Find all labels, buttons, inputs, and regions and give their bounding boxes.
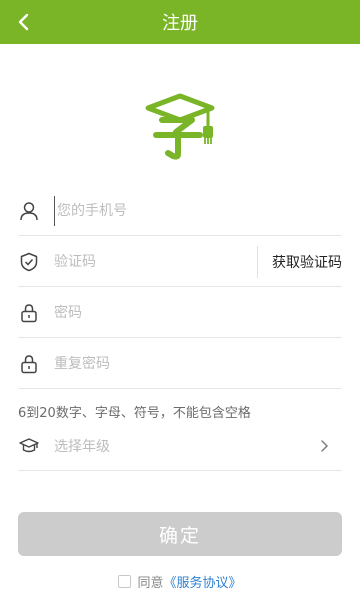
get-code-button[interactable]: 获取验证码 <box>272 252 342 272</box>
page-title: 注册 <box>162 13 198 34</box>
lock-icon <box>18 302 40 324</box>
agreement: 同意 《服务协议》 <box>0 572 360 591</box>
confirm-button[interactable]: 确定 <box>18 512 342 556</box>
user-icon <box>18 200 40 222</box>
app-logo <box>140 90 220 160</box>
back-button[interactable] <box>8 6 40 38</box>
header-bar: 注册 <box>0 0 360 44</box>
lock-icon <box>18 353 40 375</box>
chevron-right-icon <box>321 439 328 452</box>
code-divider <box>257 245 258 278</box>
code-row: 获取验证码 <box>18 237 342 287</box>
repeat-password-row <box>18 339 342 389</box>
code-input[interactable] <box>54 246 257 277</box>
register-page: 注册 您的手机号 验证码 获取验证码 6到20数字、字母、符号，不能包含空格 选… <box>0 0 360 600</box>
grad-cap-icon <box>18 435 40 457</box>
chevron-left-icon <box>18 13 29 31</box>
shield-check-icon <box>18 251 40 273</box>
service-agreement-link[interactable]: 《服务协议》 <box>164 572 242 591</box>
agree-text: 同意 <box>137 576 164 591</box>
phone-row <box>18 186 342 236</box>
grade-select-label: 选择年级 <box>54 438 110 455</box>
grade-select-row[interactable]: 选择年级 <box>18 421 342 471</box>
repeat-password-input[interactable] <box>54 348 342 379</box>
agree-checkbox[interactable] <box>118 575 132 588</box>
password-input[interactable] <box>54 297 342 328</box>
password-row <box>18 288 342 338</box>
password-hint: 6到20数字、字母、符号，不能包含空格 <box>18 406 251 421</box>
phone-input[interactable] <box>54 195 342 226</box>
